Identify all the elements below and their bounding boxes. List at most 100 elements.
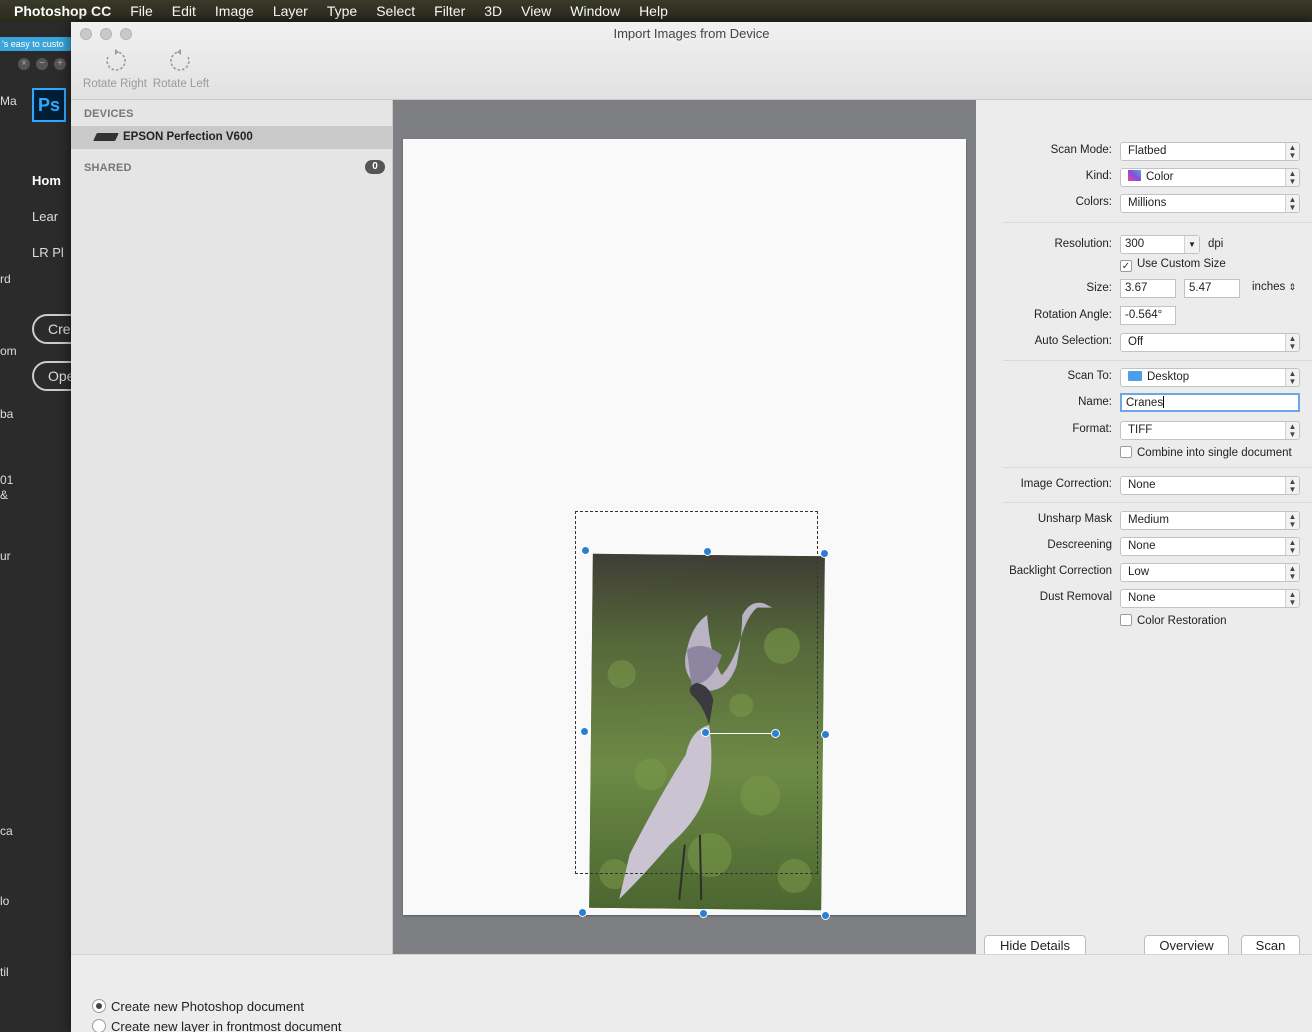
radio-new-document[interactable]: Create new Photoshop document (92, 999, 304, 1014)
kind-value: Color (1146, 171, 1174, 183)
menu-3d[interactable]: 3D (484, 3, 502, 19)
colors-label: Colors: (1075, 196, 1112, 208)
rotate-left-label: Rotate Left (152, 78, 210, 90)
divider (1003, 222, 1312, 223)
combine-checkbox[interactable]: Combine into single document (1120, 446, 1292, 459)
ps-nav-lr-photos[interactable]: LR Pl (32, 245, 64, 260)
use-custom-size-checkbox[interactable]: ✓ Use Custom Size (1120, 258, 1226, 272)
auto-selection-select[interactable]: Off ▲ ▼ (1120, 333, 1300, 352)
edge-text: til (0, 965, 9, 979)
name-field[interactable]: Cranes (1120, 393, 1300, 412)
descreening-label: Descreening (1047, 539, 1112, 551)
format-select[interactable]: TIFF ▲ ▼ (1120, 421, 1300, 440)
size-width-field[interactable]: 3.67 (1120, 279, 1176, 298)
size-label: Size: (1086, 282, 1112, 294)
shared-header: SHARED (84, 162, 132, 174)
import-images-window: Import Images from Device Rotate Right R… (71, 22, 1312, 1032)
resize-handle-left[interactable] (580, 727, 589, 736)
ps-open-button[interactable]: Ope (32, 361, 72, 391)
unsharp-mask-value: Medium (1128, 514, 1169, 526)
size-unit-select[interactable]: inches ⇕ (1252, 281, 1296, 293)
scan-mode-label: Scan Mode: (1050, 144, 1112, 156)
stepper-arrows-icon: ▲ ▼ (1285, 564, 1299, 581)
menu-file[interactable]: File (130, 3, 153, 19)
unsharp-mask-label: Unsharp Mask (1037, 513, 1112, 525)
unsharp-mask-select[interactable]: Medium ▲ ▼ (1120, 511, 1300, 530)
colors-select[interactable]: Millions ▲ ▼ (1120, 194, 1300, 213)
scan-mode-select[interactable]: Flatbed ▲ ▼ (1120, 142, 1300, 161)
chevron-down-icon[interactable]: ▼ (1184, 236, 1199, 253)
size-unit-value: inches (1252, 281, 1286, 293)
folder-icon (1128, 371, 1142, 381)
color-restoration-checkbox[interactable]: Color Restoration (1120, 614, 1226, 627)
edge-text: ba (0, 407, 14, 421)
maximize-icon[interactable]: + (54, 58, 66, 70)
background-photoshop-window: 's easy to custo × − + Ps Hom Lear LR Pl… (0, 22, 72, 1032)
close-icon[interactable]: × (18, 58, 30, 70)
menu-app-name[interactable]: Photoshop CC (14, 3, 111, 19)
menu-help[interactable]: Help (639, 3, 668, 19)
rotation-angle-field[interactable]: -0.564° (1120, 306, 1176, 325)
size-height-field[interactable]: 5.47 (1184, 279, 1240, 298)
device-name: EPSON Perfection V600 (123, 131, 253, 143)
auto-selection-label: Auto Selection: (1034, 335, 1112, 347)
rotate-left-button[interactable]: Rotate Left (149, 48, 213, 90)
divider (1003, 360, 1312, 361)
menu-filter[interactable]: Filter (434, 3, 465, 19)
ps-nav-home[interactable]: Hom (32, 173, 61, 188)
scan-to-select[interactable]: Desktop ▲ ▼ (1120, 368, 1300, 387)
ps-nav-learn[interactable]: Lear (32, 209, 58, 224)
resize-handle-top-right[interactable] (820, 549, 829, 558)
stepper-arrows-icon: ▲ ▼ (1285, 334, 1299, 351)
edge-text: & (0, 488, 9, 502)
descreening-select[interactable]: None ▲ ▼ (1120, 537, 1300, 556)
selection-marquee[interactable] (575, 511, 818, 874)
rotate-right-button[interactable]: Rotate Right (79, 48, 151, 90)
divider (1003, 467, 1312, 468)
devices-header: DEVICES (84, 108, 134, 120)
edge-text: 01 (0, 473, 14, 487)
menu-type[interactable]: Type (327, 3, 357, 19)
resize-handle-bottom-left[interactable] (578, 908, 587, 917)
scan-mode-value: Flatbed (1128, 145, 1167, 157)
menu-view[interactable]: View (521, 3, 551, 19)
menu-layer[interactable]: Layer (273, 3, 308, 19)
stepper-arrows-icon: ▲ ▼ (1285, 169, 1299, 186)
stepper-arrows-icon: ▲ ▼ (1285, 512, 1299, 529)
minimize-icon[interactable]: − (36, 58, 48, 70)
edge-text: Ma (0, 94, 17, 108)
scan-settings-panel: Scan Mode: Flatbed ▲ ▼ Kind: Color ▲ ▼ Col… (976, 100, 1312, 957)
resize-handle-top-left[interactable] (581, 546, 590, 555)
resolution-combobox[interactable]: 300 ▼ (1120, 235, 1200, 254)
device-item[interactable]: EPSON Perfection V600 (71, 126, 392, 149)
backlight-correction-label: Backlight Correction (1009, 565, 1112, 577)
edge-text: rd (0, 272, 11, 286)
resize-handle-top[interactable] (703, 547, 712, 556)
radio-unselected-icon (92, 1019, 106, 1032)
menu-select[interactable]: Select (376, 3, 415, 19)
menu-edit[interactable]: Edit (172, 3, 196, 19)
radio-new-layer[interactable]: Create new layer in frontmost document (92, 1019, 342, 1032)
stepper-arrows-icon: ▲ ▼ (1285, 369, 1299, 386)
rotation-handle-line (706, 733, 776, 734)
rotation-handle[interactable] (771, 729, 780, 738)
dust-removal-select[interactable]: None ▲ ▼ (1120, 589, 1300, 608)
resize-handle-bottom[interactable] (699, 909, 708, 918)
resize-handle-bottom-right[interactable] (821, 911, 830, 920)
stepper-arrows-icon: ▲ ▼ (1285, 477, 1299, 494)
background-window-controls: × − + (18, 58, 66, 70)
resize-handle-right[interactable] (821, 730, 830, 739)
backlight-correction-select[interactable]: Low ▲ ▼ (1120, 563, 1300, 582)
resolution-label: Resolution: (1054, 238, 1112, 250)
rotation-angle-label: Rotation Angle: (1033, 309, 1112, 321)
kind-select[interactable]: Color ▲ ▼ (1120, 168, 1300, 187)
rotation-pivot-handle[interactable] (701, 728, 710, 737)
image-correction-select[interactable]: None ▲ ▼ (1120, 476, 1300, 495)
menu-window[interactable]: Window (570, 3, 620, 19)
name-value: Cranes (1126, 397, 1164, 409)
stepper-arrows-icon: ⇕ (1288, 282, 1296, 292)
edge-text: ca (0, 824, 13, 838)
menu-image[interactable]: Image (215, 3, 254, 19)
ps-create-button[interactable]: Crea (32, 314, 72, 344)
photoshop-logo: Ps (32, 88, 66, 122)
